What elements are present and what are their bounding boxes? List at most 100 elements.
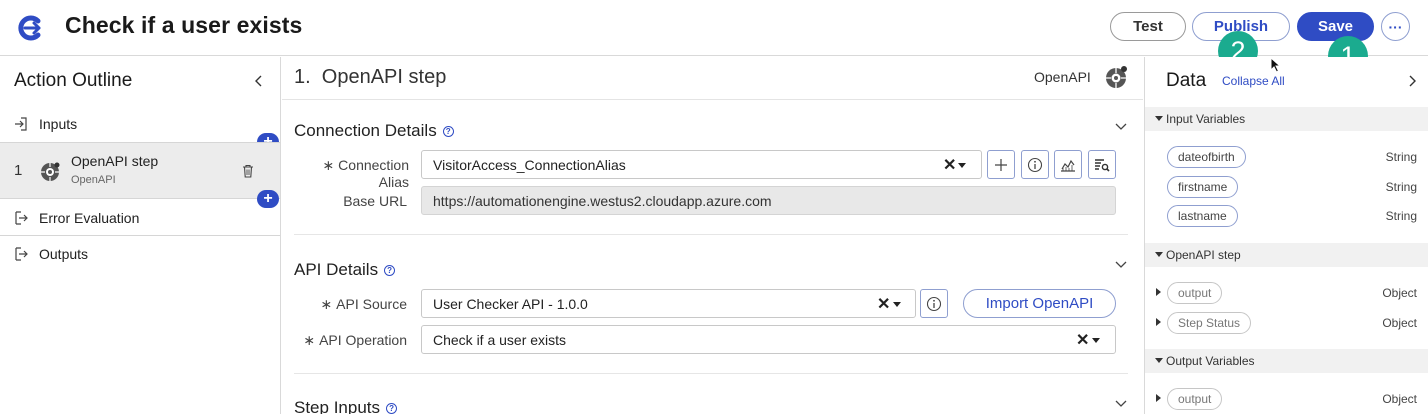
select-value: VisitorAccess_ConnectionAlias bbox=[433, 156, 626, 173]
info-icon bbox=[926, 296, 942, 311]
clear-icon[interactable]: ✕ bbox=[943, 155, 956, 175]
test-button[interactable]: Test bbox=[1110, 12, 1186, 41]
variable-pill[interactable]: firstname bbox=[1167, 176, 1239, 198]
chevron-down-icon[interactable] bbox=[1114, 399, 1128, 409]
variable-type: Object bbox=[1382, 286, 1417, 300]
variable-type: String bbox=[1385, 150, 1417, 164]
chart-icon bbox=[1061, 159, 1075, 172]
select-value: User Checker API - 1.0.0 bbox=[433, 295, 588, 312]
collapse-left-icon[interactable] bbox=[252, 74, 266, 88]
step-editor-panel: 1. OpenAPI step OpenAPI Connection Detai… bbox=[282, 57, 1143, 414]
base-url-label: Base URL bbox=[343, 193, 407, 209]
required-mark: ∗ bbox=[303, 332, 316, 348]
variable-type: String bbox=[1385, 209, 1417, 223]
api-source-label: ∗ API Source bbox=[294, 296, 407, 313]
section-divider bbox=[294, 373, 1128, 374]
outline-item-error-evaluation[interactable]: Error Evaluation bbox=[0, 200, 280, 236]
output-icon bbox=[15, 247, 28, 261]
step-provider: OpenAPI bbox=[1034, 69, 1091, 85]
connection-mapping-button[interactable] bbox=[1088, 150, 1116, 179]
help-icon[interactable]: ? bbox=[386, 402, 398, 414]
action-outline-panel: Action Outline Inputs + 1 OpenAPI step O… bbox=[0, 57, 281, 414]
variable-pill[interactable]: lastname bbox=[1167, 205, 1238, 227]
section-title-text: API Details bbox=[294, 260, 379, 279]
connection-alias-label: ∗ Connection Alias bbox=[294, 157, 409, 190]
chevron-right-icon[interactable] bbox=[1407, 74, 1419, 88]
expand-icon[interactable] bbox=[1156, 394, 1161, 402]
step-title: 1. OpenAPI step bbox=[294, 66, 447, 88]
expand-icon[interactable] bbox=[1156, 288, 1161, 296]
collapse-all-link[interactable]: Collapse All bbox=[1222, 74, 1285, 88]
variable-type: Object bbox=[1382, 316, 1417, 330]
api-operation-select[interactable]: Check if a user exists ✕ bbox=[421, 325, 1116, 354]
add-connection-button[interactable] bbox=[987, 150, 1015, 179]
variable-pill[interactable]: output bbox=[1167, 388, 1223, 410]
variable-pill[interactable]: dateofbirth bbox=[1167, 146, 1246, 168]
plus-icon bbox=[995, 158, 1007, 171]
variable-type: String bbox=[1385, 180, 1417, 194]
more-options-button[interactable]: ··· bbox=[1381, 12, 1410, 41]
step-inputs-title: Step Inputs ? bbox=[294, 398, 398, 414]
api-info-button[interactable] bbox=[920, 289, 948, 318]
openapi-icon bbox=[41, 162, 60, 181]
list-search-icon bbox=[1095, 158, 1110, 172]
variable-pill[interactable]: output bbox=[1167, 282, 1223, 304]
page-title: Check if a user exists bbox=[65, 12, 303, 38]
import-openapi-button[interactable]: Import OpenAPI bbox=[963, 289, 1116, 318]
outline-item-label: Outputs bbox=[39, 246, 89, 262]
group-output-variables[interactable]: Output Variables bbox=[1145, 349, 1428, 373]
info-icon bbox=[1027, 157, 1043, 172]
input-icon bbox=[15, 117, 27, 131]
app-logo-icon[interactable] bbox=[16, 14, 44, 42]
chevron-down-icon[interactable] bbox=[1092, 338, 1100, 343]
outline-step-openapi[interactable]: 1 OpenAPI step OpenAPI bbox=[0, 142, 280, 199]
api-source-select[interactable]: User Checker API - 1.0.0 ✕ bbox=[421, 289, 916, 318]
group-openapi-step[interactable]: OpenAPI step bbox=[1145, 243, 1428, 267]
outline-item-label: Error Evaluation bbox=[39, 209, 140, 226]
action-outline-title: Action Outline bbox=[14, 70, 133, 91]
outline-item-inputs[interactable]: Inputs bbox=[0, 106, 280, 142]
group-input-variables[interactable]: Input Variables bbox=[1145, 107, 1428, 131]
connection-details-title: Connection Details ? bbox=[294, 121, 454, 141]
error-evaluation-icon bbox=[15, 210, 28, 225]
connection-info-button[interactable] bbox=[1021, 150, 1049, 179]
help-icon[interactable]: ? bbox=[384, 264, 396, 276]
label-text: API Operation bbox=[319, 332, 407, 348]
base-url-field: https://automationengine.westus2.cloudap… bbox=[421, 186, 1116, 215]
label-text: API Source bbox=[336, 296, 407, 312]
chevron-down-icon[interactable] bbox=[958, 163, 966, 168]
api-details-title: API Details ? bbox=[294, 260, 396, 280]
clear-icon[interactable]: ✕ bbox=[877, 294, 890, 314]
app-header: Check if a user exists Test Publish Save… bbox=[0, 0, 1428, 56]
step-number: 1 bbox=[14, 162, 23, 179]
section-title-text: Connection Details bbox=[294, 121, 437, 140]
connection-metrics-button[interactable] bbox=[1054, 150, 1082, 179]
connection-alias-select[interactable]: VisitorAccess_ConnectionAlias ✕ bbox=[421, 150, 982, 179]
chevron-down-icon[interactable] bbox=[1114, 260, 1128, 270]
clear-icon[interactable]: ✕ bbox=[1076, 330, 1089, 350]
required-mark: ∗ bbox=[320, 296, 333, 312]
section-title-text: Step Inputs bbox=[294, 398, 381, 414]
outline-item-label: Inputs bbox=[39, 116, 78, 132]
data-panel-title: Data bbox=[1166, 70, 1207, 91]
help-icon[interactable]: ? bbox=[442, 125, 454, 137]
label-text: Connection Alias bbox=[338, 157, 409, 190]
mouse-cursor-icon bbox=[1270, 57, 1282, 73]
data-panel: Data Collapse All Input Variables dateof… bbox=[1144, 57, 1428, 414]
openapi-icon bbox=[1106, 66, 1127, 88]
step-header: 1. OpenAPI step OpenAPI bbox=[282, 57, 1143, 100]
chevron-down-icon[interactable] bbox=[893, 302, 901, 307]
variable-pill[interactable]: Step Status bbox=[1167, 312, 1252, 334]
select-value: Check if a user exists bbox=[433, 331, 567, 348]
step-type: OpenAPI bbox=[71, 174, 116, 186]
trash-icon[interactable] bbox=[242, 164, 254, 178]
section-divider bbox=[294, 234, 1128, 235]
api-operation-label: ∗ API Operation bbox=[294, 332, 407, 349]
save-button[interactable]: Save bbox=[1297, 12, 1374, 41]
chevron-down-icon[interactable] bbox=[1114, 122, 1128, 132]
expand-icon[interactable] bbox=[1156, 318, 1161, 326]
required-mark: ∗ bbox=[322, 157, 335, 173]
variable-type: Object bbox=[1382, 392, 1417, 406]
step-name: OpenAPI step bbox=[71, 153, 159, 169]
outline-item-outputs[interactable]: Outputs bbox=[0, 236, 280, 272]
